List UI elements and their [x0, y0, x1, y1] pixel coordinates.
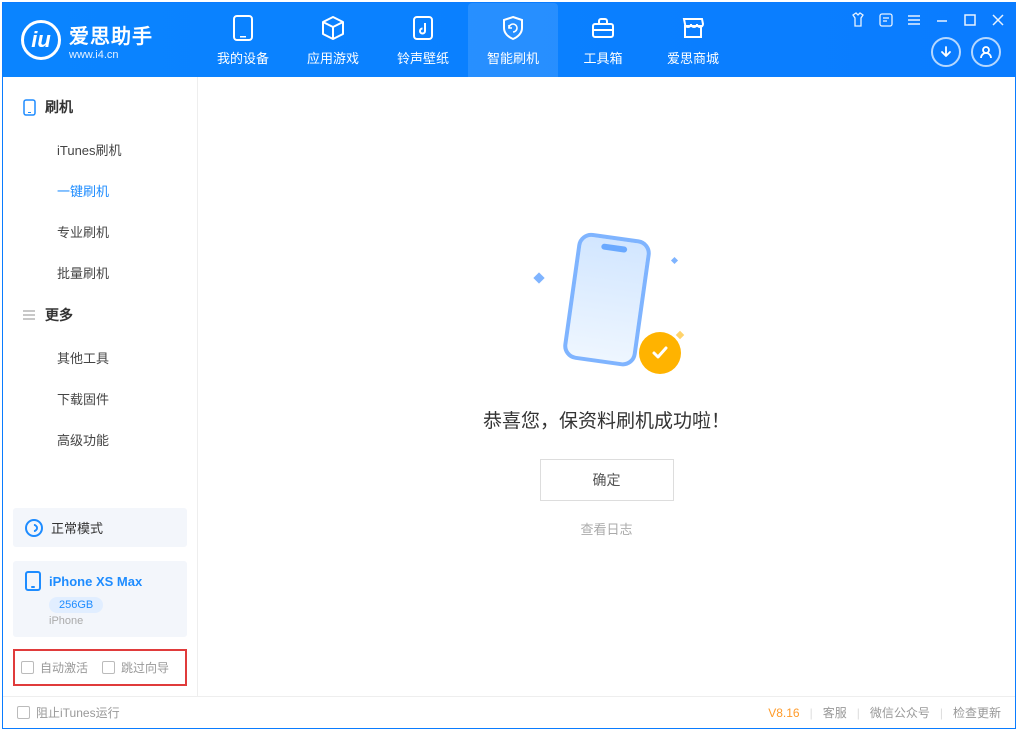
checkbox-auto-activate[interactable]: 自动激活: [21, 659, 88, 676]
app-url: www.i4.cn: [69, 49, 153, 61]
device-type: iPhone: [49, 615, 175, 627]
nav-smart-flash[interactable]: 智能刷机: [468, 3, 558, 77]
logo[interactable]: iu 爱思助手 www.i4.cn: [3, 20, 198, 61]
device-capacity: 256GB: [49, 597, 103, 613]
footer-link-update[interactable]: 检查更新: [953, 704, 1001, 721]
checkbox-skip-guide[interactable]: 跳过向导: [102, 659, 169, 676]
main-content: 恭喜您，保资料刷机成功啦！ 确定 查看日志: [198, 77, 1015, 696]
music-file-icon: [409, 14, 437, 42]
top-nav: 我的设备 应用游戏 铃声壁纸 智能刷机 工具箱 爱思商城: [198, 3, 738, 77]
cube-icon: [319, 14, 347, 42]
section-flash-header: 刷机: [3, 85, 197, 129]
logo-icon: iu: [21, 20, 61, 60]
sidebar-item-other-tools[interactable]: 其他工具: [3, 337, 197, 378]
sparkle-icon: [675, 330, 683, 338]
minimize-button[interactable]: [933, 11, 951, 29]
device-icon: [229, 14, 257, 42]
checkbox-block-itunes[interactable]: 阻止iTunes运行: [17, 704, 120, 721]
shield-refresh-icon: [499, 14, 527, 42]
footer-link-wechat[interactable]: 微信公众号: [870, 704, 930, 721]
sidebar-item-advanced[interactable]: 高级功能: [3, 419, 197, 460]
shop-icon: [679, 14, 707, 42]
toolbox-icon: [589, 14, 617, 42]
check-badge-icon: [639, 332, 681, 374]
body: 刷机 iTunes刷机 一键刷机 专业刷机 批量刷机 更多 其他工具 下载固件 …: [3, 77, 1015, 696]
options-row: 自动激活 跳过向导: [13, 649, 187, 686]
checkbox-icon: [17, 706, 30, 719]
nav-apps-games[interactable]: 应用游戏: [288, 3, 378, 77]
view-log-link[interactable]: 查看日志: [580, 519, 632, 538]
sparkle-icon: [670, 256, 677, 263]
user-button[interactable]: [971, 37, 1001, 67]
mode-icon: [25, 519, 43, 537]
list-icon: [21, 307, 37, 323]
phone-illustration-icon: [561, 231, 652, 368]
menu-icon[interactable]: [905, 11, 923, 29]
titlebar: iu 爱思助手 www.i4.cn 我的设备 应用游戏 铃声壁纸 智能刷机: [3, 3, 1015, 77]
maximize-button[interactable]: [961, 11, 979, 29]
sparkle-icon: [533, 272, 544, 283]
section-more-header: 更多: [3, 293, 197, 337]
window-controls: [849, 11, 1007, 29]
device-card[interactable]: iPhone XS Max 256GB iPhone: [13, 561, 187, 637]
download-button[interactable]: [931, 37, 961, 67]
device-name: iPhone XS Max: [49, 574, 142, 589]
footer: 阻止iTunes运行 V8.16 | 客服 | 微信公众号 | 检查更新: [3, 696, 1015, 728]
sidebar-item-download-firmware[interactable]: 下载固件: [3, 378, 197, 419]
nav-ringtones-wallpapers[interactable]: 铃声壁纸: [378, 3, 468, 77]
phone-small-icon: [21, 99, 37, 115]
success-message: 恭喜您，保资料刷机成功啦！: [483, 406, 730, 433]
feedback-icon[interactable]: [877, 11, 895, 29]
checkbox-icon: [102, 661, 115, 674]
mode-label: 正常模式: [51, 518, 103, 537]
device-phone-icon: [25, 571, 41, 591]
footer-link-support[interactable]: 客服: [823, 704, 847, 721]
nav-toolbox[interactable]: 工具箱: [558, 3, 648, 77]
app-name: 爱思助手: [69, 20, 153, 49]
sidebar-item-oneclick-flash[interactable]: 一键刷机: [3, 170, 197, 211]
checkbox-icon: [21, 661, 34, 674]
nav-store[interactable]: 爱思商城: [648, 3, 738, 77]
sidebar-item-batch-flash[interactable]: 批量刷机: [3, 252, 197, 293]
mode-card[interactable]: 正常模式: [13, 508, 187, 547]
ok-button[interactable]: 确定: [540, 459, 674, 501]
close-button[interactable]: [989, 11, 1007, 29]
titlebar-round-buttons: [931, 37, 1001, 67]
version-label: V8.16: [768, 706, 799, 720]
sidebar-item-pro-flash[interactable]: 专业刷机: [3, 211, 197, 252]
sidebar-item-itunes-flash[interactable]: iTunes刷机: [3, 129, 197, 170]
tshirt-icon[interactable]: [849, 11, 867, 29]
app-window: iu 爱思助手 www.i4.cn 我的设备 应用游戏 铃声壁纸 智能刷机: [2, 2, 1016, 729]
sidebar: 刷机 iTunes刷机 一键刷机 专业刷机 批量刷机 更多 其他工具 下载固件 …: [3, 77, 198, 696]
nav-my-device[interactable]: 我的设备: [198, 3, 288, 77]
success-illustration: [537, 236, 677, 376]
